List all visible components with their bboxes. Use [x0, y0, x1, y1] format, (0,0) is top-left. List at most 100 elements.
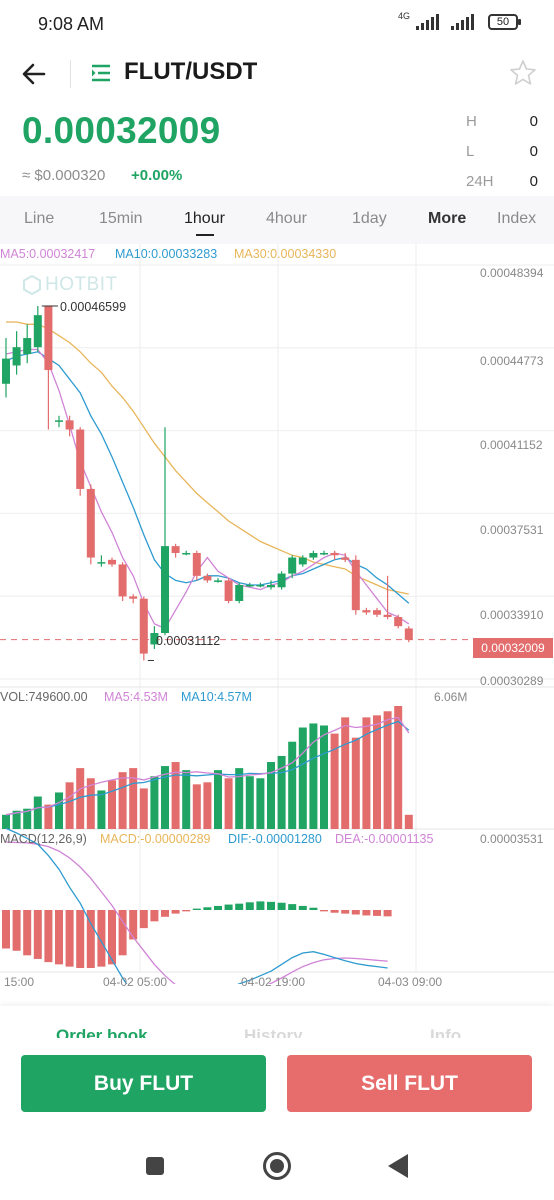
volume-bar — [404, 814, 413, 829]
macd-title: MACD(12,26,9) — [0, 832, 87, 846]
back-button[interactable] — [16, 56, 52, 92]
candle-body — [373, 610, 381, 615]
macd-bar — [150, 910, 159, 922]
tab-index[interactable]: Index — [497, 210, 536, 228]
stat-label: 24H — [466, 172, 494, 190]
price-axis-label: 0.00037531 — [480, 523, 544, 537]
macd-bar — [267, 901, 275, 910]
header: FLUT/USDT — [0, 48, 554, 100]
ma30-line — [6, 321, 409, 595]
candle-body — [203, 575, 212, 581]
high-label: 0.00046599 — [60, 300, 127, 314]
macd-bar — [55, 910, 63, 965]
sell-button[interactable]: Sell FLUT — [287, 1055, 532, 1112]
price-axis-label: 0.00041152 — [480, 438, 543, 452]
tab-1day[interactable]: 1day — [352, 210, 387, 228]
candle-body — [330, 552, 339, 556]
recent-apps-icon[interactable] — [146, 1157, 164, 1175]
dif-value: DIF:-0.00001280 — [228, 832, 322, 846]
macd-bar — [235, 903, 244, 910]
candle-body — [214, 580, 222, 582]
time-axis-label: 04-02 19:00 — [241, 975, 306, 989]
candles — [2, 305, 413, 661]
list-icon[interactable] — [90, 62, 112, 84]
volume-bar — [383, 711, 392, 829]
candle-body — [12, 347, 21, 366]
macd-bar — [76, 910, 85, 968]
candle-body — [256, 584, 265, 587]
candle-body — [139, 598, 148, 654]
dea-line — [5, 841, 388, 984]
stat-low: L 0 — [466, 136, 538, 166]
candle-body — [288, 557, 297, 574]
ma10-label: MA10:0.00033283 — [115, 247, 218, 261]
macd-axis-label: 0.00003531 — [480, 832, 544, 846]
macd-value: MACD:-0.00000289 — [100, 832, 211, 846]
volume-bar — [203, 782, 212, 829]
tab-4hour[interactable]: 4hour — [266, 210, 307, 228]
candle-body — [171, 546, 180, 553]
volume-bar — [150, 776, 159, 829]
candle-body — [55, 420, 63, 422]
ma10-line — [5, 351, 410, 604]
candle-body — [277, 573, 286, 588]
candle-body — [23, 338, 32, 355]
candle-body — [76, 429, 85, 489]
system-nav-bar — [0, 1130, 554, 1200]
watermark-logo: HOTBIT — [22, 274, 118, 296]
volume-bar — [44, 804, 53, 829]
network-type: 4G — [397, 11, 410, 21]
tab-line[interactable]: Line — [24, 210, 54, 228]
candle-body — [298, 557, 307, 565]
current-price-tag: 0.00032009 — [473, 638, 553, 658]
volume-bar — [341, 717, 350, 829]
price-axis-label: 0.00048394 — [480, 266, 544, 280]
volume-bar — [118, 772, 127, 829]
candle-body — [267, 584, 275, 588]
candle-body — [129, 596, 138, 599]
ma30-label: MA30:0.00034330 — [234, 247, 337, 261]
kline-chart[interactable]: HOTBIT MA5:0.00032417 MA10:0.00033283 MA… — [0, 244, 554, 1004]
signal-icon-2 — [451, 14, 474, 30]
volume-bar — [108, 780, 116, 829]
macd-bar — [44, 910, 53, 963]
macd-bar — [129, 910, 138, 940]
volume-bar — [33, 796, 42, 829]
chart-grid — [0, 244, 554, 973]
candle-body — [161, 546, 169, 634]
volume-bar — [256, 778, 265, 829]
vol-ma5-label: MA5:4.53M — [104, 690, 168, 704]
volume-bar — [245, 776, 254, 829]
candle-body — [394, 617, 403, 627]
status-time: 9:08 AM — [38, 14, 105, 34]
volume-bar — [320, 725, 328, 829]
tab-15min[interactable]: 15min — [99, 210, 143, 228]
candle-body — [182, 552, 191, 555]
back-triangle-icon[interactable] — [388, 1154, 408, 1178]
candle-body — [351, 559, 360, 611]
macd-bar — [171, 910, 180, 914]
stat-value: 0 — [529, 172, 538, 190]
volume-bar — [2, 814, 10, 829]
macd-bar — [256, 901, 265, 910]
candle-body — [320, 552, 328, 555]
macd-bar — [182, 910, 191, 912]
macd-lines — [5, 827, 388, 984]
time-axis-label: 04-02 05:00 — [103, 975, 168, 989]
stat-value: 0 — [529, 142, 538, 160]
tab-more[interactable]: More — [428, 210, 466, 228]
vol-label: VOL:749600.00 — [0, 690, 88, 704]
last-price: 0.00032009 — [22, 110, 221, 151]
tab-1hour[interactable]: 1hour — [184, 210, 225, 236]
timeframe-tabs: Line 15min 1hour 4hour 1day More Index — [0, 196, 554, 244]
buy-button[interactable]: Buy FLUT — [21, 1055, 266, 1112]
star-icon[interactable] — [508, 58, 538, 88]
macd-bar — [12, 910, 21, 951]
home-icon[interactable] — [263, 1152, 291, 1180]
macd-bar — [2, 910, 10, 949]
volume-bar — [55, 792, 63, 829]
macd-bar — [224, 904, 233, 910]
pair-title[interactable]: FLUT/USDT — [124, 58, 257, 86]
header-divider — [70, 60, 71, 88]
candle-body — [404, 628, 413, 640]
